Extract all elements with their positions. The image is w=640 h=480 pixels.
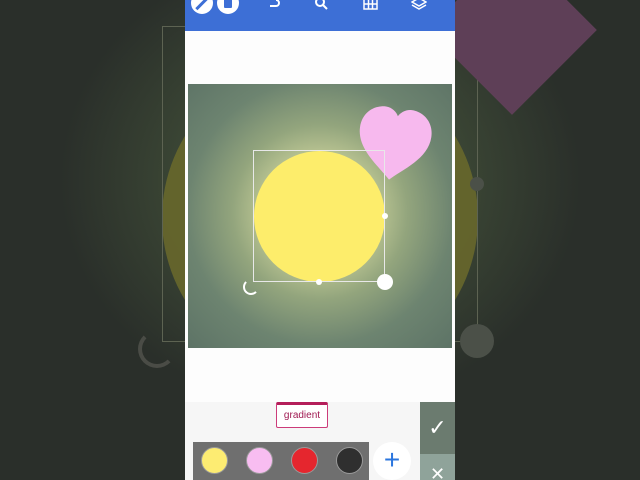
confirm-button[interactable]: ✓ bbox=[420, 402, 455, 454]
background-handle-echo bbox=[470, 177, 484, 191]
search-icon[interactable] bbox=[314, 0, 328, 10]
color-swatch-black[interactable] bbox=[336, 447, 363, 474]
resize-handle-bottom[interactable] bbox=[316, 279, 322, 285]
color-swatch-yellow[interactable] bbox=[201, 447, 228, 474]
cancel-button[interactable]: ✕ bbox=[420, 454, 455, 480]
top-toolbar bbox=[185, 0, 455, 31]
color-swatch-red[interactable] bbox=[291, 447, 318, 474]
trash-icon[interactable] bbox=[217, 0, 239, 14]
editor-panel: gradient + ✓ ✕ bbox=[185, 0, 455, 480]
grid-icon[interactable] bbox=[363, 0, 378, 10]
undo-icon[interactable] bbox=[267, 0, 281, 10]
resize-handle-right[interactable] bbox=[382, 213, 388, 219]
scale-handle[interactable] bbox=[377, 274, 393, 290]
color-swatch-pink[interactable] bbox=[246, 447, 273, 474]
drawing-canvas[interactable] bbox=[188, 84, 452, 348]
background-rotate-echo bbox=[138, 330, 176, 368]
add-color-button[interactable]: + bbox=[373, 442, 411, 480]
tab-gradient[interactable]: gradient bbox=[276, 402, 328, 428]
selection-box bbox=[253, 150, 385, 282]
layers-icon[interactable] bbox=[411, 0, 427, 10]
pen-icon[interactable] bbox=[191, 0, 213, 14]
background-handle-echo bbox=[460, 324, 494, 358]
rotate-handle[interactable] bbox=[243, 279, 259, 295]
